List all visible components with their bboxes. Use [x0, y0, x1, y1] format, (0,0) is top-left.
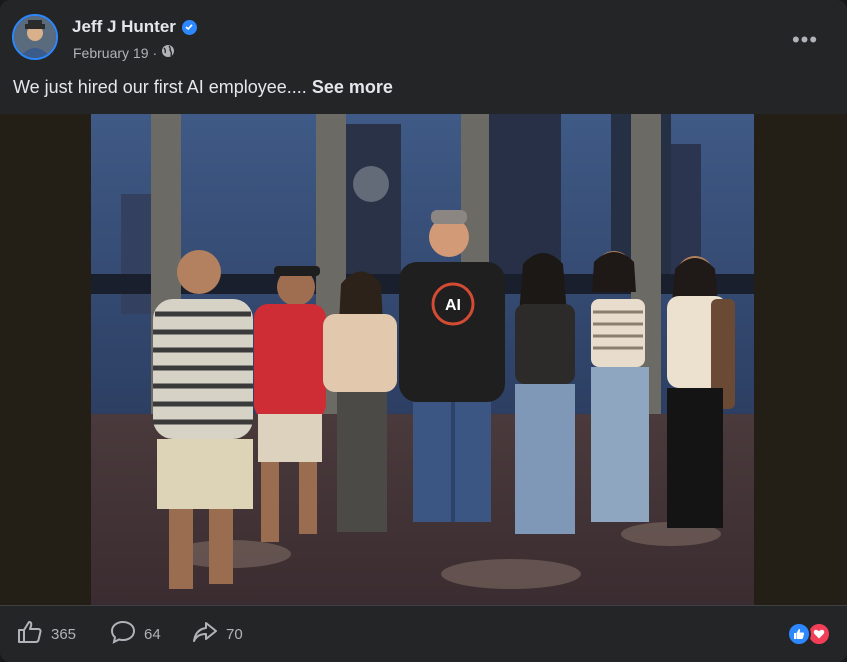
comment-button[interactable]: 64 [110, 620, 161, 648]
share-arrow-icon [192, 620, 218, 648]
group-photo[interactable]: AI [91, 114, 754, 605]
comment-bubble-icon [110, 620, 136, 648]
see-more-link[interactable]: See more [312, 77, 393, 97]
like-reaction-icon [787, 622, 811, 646]
reaction-summary[interactable] [787, 622, 831, 646]
post-card: Jeff J Hunter February 19 · ••• We just … [0, 0, 847, 662]
post-date[interactable]: February 19 [73, 45, 148, 61]
verified-badge-icon [181, 19, 197, 35]
post-text: We just hired our first AI employee.... … [13, 77, 393, 98]
post-header: Jeff J Hunter February 19 · ••• [12, 14, 835, 66]
like-button[interactable]: 365 [17, 620, 76, 648]
globe-icon[interactable] [161, 44, 175, 61]
like-count: 365 [51, 625, 77, 643]
author-name-row: Jeff J Hunter [72, 17, 197, 37]
author-name[interactable]: Jeff J Hunter [72, 17, 176, 37]
post-footer: 365 64 70 [0, 605, 847, 662]
comment-count: 64 [144, 625, 161, 643]
meta-separator: · [152, 44, 158, 61]
like-thumb-icon [17, 620, 43, 648]
shirt-logo: AI [445, 297, 461, 314]
share-count: 70 [226, 625, 243, 643]
more-options-button[interactable]: ••• [787, 22, 823, 58]
post-meta: February 19 · [73, 44, 175, 61]
ellipsis-icon: ••• [791, 27, 819, 52]
share-button[interactable]: 70 [192, 620, 243, 648]
post-body: We just hired our first AI employee.... [13, 77, 307, 97]
author-avatar[interactable] [12, 14, 58, 60]
post-media[interactable]: AI [0, 114, 847, 605]
